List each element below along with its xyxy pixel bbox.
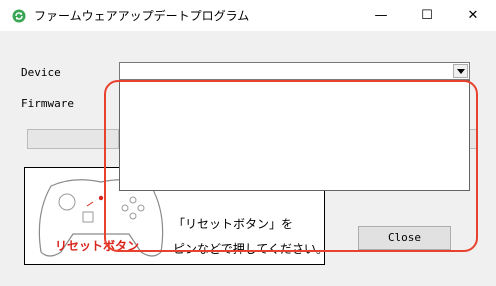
minimize-button[interactable]: — xyxy=(358,0,404,31)
dropdown-arrow-icon[interactable] xyxy=(453,64,468,78)
device-dropdown-list[interactable] xyxy=(119,80,470,191)
firmware-update-window: ファームウェアアップデートプログラム — ☐ ✕ Device Firmware… xyxy=(0,0,496,286)
close-button[interactable]: Close xyxy=(358,226,451,250)
progress-bar-end xyxy=(470,129,476,149)
maximize-button[interactable]: ☐ xyxy=(404,0,450,31)
reset-button-label: リセットボタン xyxy=(55,239,140,253)
instruction-line-1: 「リセットボタン」を xyxy=(173,217,294,231)
device-select[interactable] xyxy=(119,62,470,80)
progress-bar xyxy=(27,129,119,149)
refresh-icon xyxy=(12,9,26,23)
window-title: ファームウェアアップデートプログラム xyxy=(34,9,250,23)
client-area: Device Firmware リセットボタン 「リセットボタン」を ピンなどで… xyxy=(0,31,496,286)
instruction-line-2: ピンなどで押してください。 xyxy=(173,242,325,256)
device-label: Device xyxy=(21,66,61,79)
title-bar: ファームウェアアップデートプログラム — ☐ ✕ xyxy=(0,0,496,31)
close-window-button[interactable]: ✕ xyxy=(450,0,496,31)
firmware-label: Firmware xyxy=(21,97,74,110)
